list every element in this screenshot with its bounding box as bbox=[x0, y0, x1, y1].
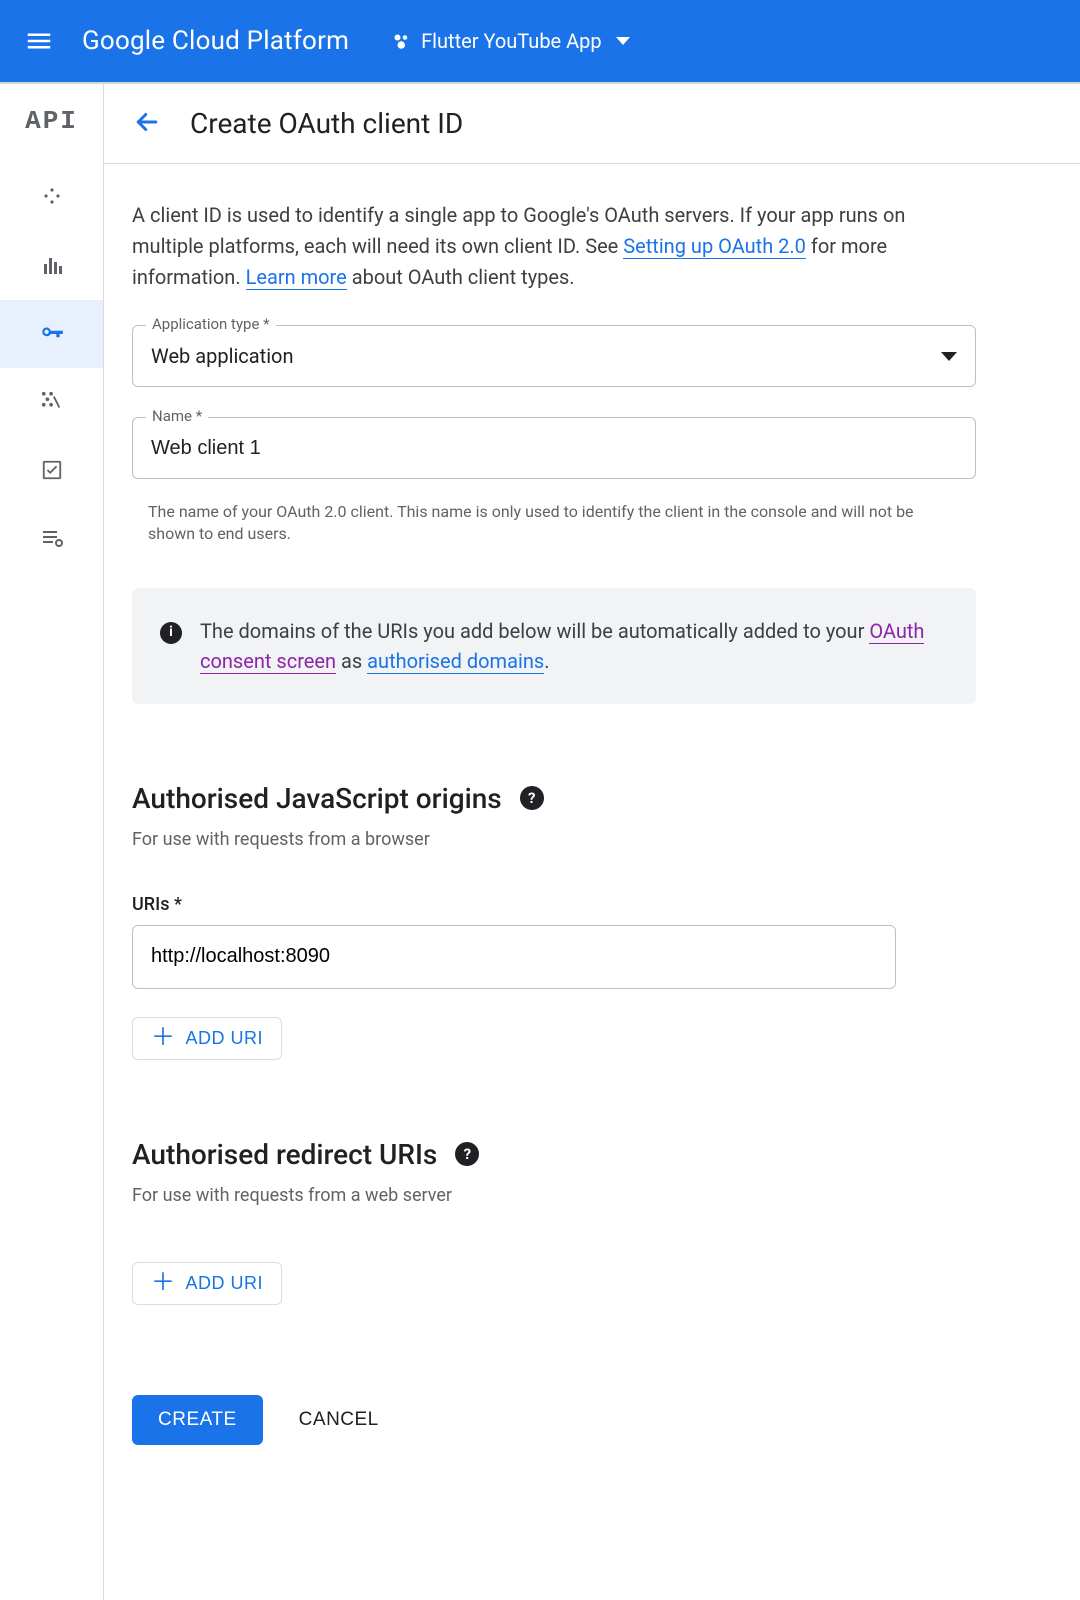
setup-oauth-link[interactable]: Setting up OAuth 2.0 bbox=[623, 234, 806, 259]
main-content: Create OAuth client ID A client ID is us… bbox=[104, 84, 1080, 1600]
redirect-uris-sub: For use with requests from a web server bbox=[132, 1185, 976, 1206]
page-header: Create OAuth client ID bbox=[104, 84, 1080, 164]
info-icon: i bbox=[160, 622, 182, 644]
back-arrow-icon[interactable] bbox=[132, 107, 162, 141]
authorised-domains-link[interactable]: authorised domains bbox=[367, 649, 544, 674]
info-banner: i The domains of the URIs you add below … bbox=[132, 588, 976, 704]
add-redirect-uri-button[interactable]: ＋ ADD URI bbox=[132, 1262, 282, 1305]
application-type-label: Application type * bbox=[146, 315, 276, 333]
learn-more-link[interactable]: Learn more bbox=[246, 265, 347, 290]
info-text-mid: as bbox=[336, 649, 367, 673]
create-button[interactable]: CREATE bbox=[132, 1395, 263, 1445]
sidebar-item-page-usage[interactable] bbox=[0, 504, 103, 572]
add-js-origin-uri-button[interactable]: ＋ ADD URI bbox=[132, 1017, 282, 1060]
check-box-icon bbox=[39, 457, 65, 483]
application-type-value: Web application bbox=[151, 344, 294, 368]
dashboard-icon bbox=[39, 185, 65, 211]
name-field: Name * bbox=[132, 417, 976, 479]
js-origins-uris-label: URIs * bbox=[132, 894, 976, 915]
product-name: Google Cloud Platform bbox=[82, 26, 349, 56]
form-actions: CREATE CANCEL bbox=[132, 1395, 976, 1445]
chevron-down-icon bbox=[941, 352, 957, 361]
name-label: Name * bbox=[146, 407, 208, 425]
application-type-field: Application type * Web application bbox=[132, 325, 976, 387]
intro-suffix: about OAuth client types. bbox=[347, 265, 575, 289]
intro-text: A client ID is used to identify a single… bbox=[132, 200, 976, 293]
api-logo: API bbox=[25, 98, 78, 164]
help-icon[interactable]: ? bbox=[520, 786, 544, 810]
js-origins-heading: Authorised JavaScript origins ? bbox=[132, 782, 976, 815]
js-origin-uri-input[interactable] bbox=[132, 925, 896, 989]
chevron-down-icon bbox=[616, 37, 630, 45]
consent-icon bbox=[39, 389, 65, 415]
add-uri-label: ADD URI bbox=[186, 1273, 264, 1294]
page-title: Create OAuth client ID bbox=[190, 107, 463, 140]
project-icon bbox=[393, 32, 411, 50]
top-app-bar: Google Cloud Platform Flutter YouTube Ap… bbox=[0, 0, 1080, 84]
js-origins-sub: For use with requests from a browser bbox=[132, 829, 976, 850]
add-uri-label: ADD URI bbox=[186, 1028, 264, 1049]
name-input[interactable] bbox=[132, 417, 976, 479]
project-name: Flutter YouTube App bbox=[421, 29, 602, 53]
redirect-uris-heading-text: Authorised redirect URIs bbox=[132, 1138, 437, 1171]
cancel-button[interactable]: CANCEL bbox=[299, 1409, 379, 1431]
sidebar-item-oauth-consent[interactable] bbox=[0, 368, 103, 436]
key-icon bbox=[39, 321, 65, 347]
sidebar-item-dashboard[interactable] bbox=[0, 164, 103, 232]
library-icon bbox=[39, 253, 65, 279]
project-selector[interactable]: Flutter YouTube App bbox=[393, 29, 630, 53]
info-text-prefix: The domains of the URIs you add below wi… bbox=[200, 619, 869, 643]
js-origins-heading-text: Authorised JavaScript origins bbox=[132, 782, 502, 815]
application-type-select[interactable]: Web application bbox=[132, 325, 976, 387]
settings-list-icon bbox=[39, 525, 65, 551]
redirect-uris-heading: Authorised redirect URIs ? bbox=[132, 1138, 976, 1171]
help-icon[interactable]: ? bbox=[455, 1142, 479, 1166]
left-nav: API bbox=[0, 84, 104, 1600]
name-helper-text: The name of your OAuth 2.0 client. This … bbox=[132, 493, 976, 546]
sidebar-item-credentials[interactable] bbox=[0, 300, 103, 368]
sidebar-item-library[interactable] bbox=[0, 232, 103, 300]
info-text-suffix: . bbox=[544, 649, 549, 673]
sidebar-item-domain-verification[interactable] bbox=[0, 436, 103, 504]
menu-icon[interactable] bbox=[24, 26, 54, 56]
